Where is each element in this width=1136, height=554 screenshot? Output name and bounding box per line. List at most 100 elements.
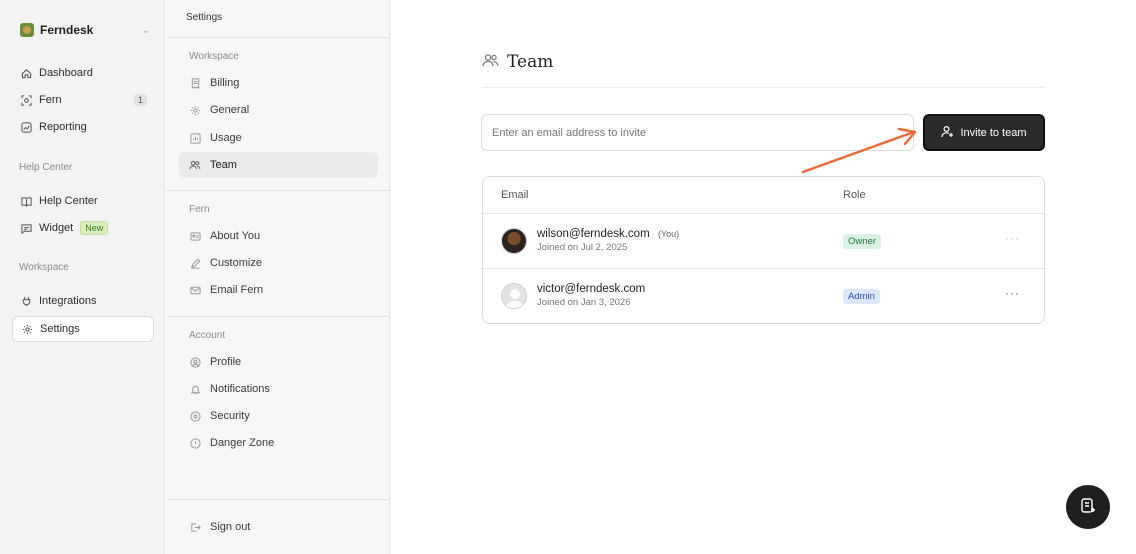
plug-icon xyxy=(20,295,32,307)
bell-icon xyxy=(189,383,201,395)
settings-sidebar: Settings Workspace Billing General Usage… xyxy=(166,0,390,554)
nav-item-label: Reporting xyxy=(39,121,87,133)
table-header: Email Role xyxy=(483,177,1044,214)
settings-item-customize[interactable]: Customize xyxy=(179,250,378,276)
nav-item-label: Help Center xyxy=(39,195,98,207)
settings-item-label: Profile xyxy=(210,356,242,368)
settings-item-label: Usage xyxy=(210,132,242,144)
sign-out-icon xyxy=(189,521,201,533)
role-badge: Owner xyxy=(843,234,881,249)
message-icon xyxy=(20,222,32,234)
home-icon xyxy=(20,67,32,79)
column-header-role: Role xyxy=(843,189,866,201)
table-row: victor@ferndesk.com Joined on Jan 3, 202… xyxy=(483,269,1044,323)
users-icon xyxy=(189,159,201,171)
settings-item-about-you[interactable]: About You xyxy=(179,223,378,249)
chart-icon xyxy=(20,121,32,133)
role-badge: Admin xyxy=(843,289,880,304)
settings-item-label: Notifications xyxy=(210,383,270,395)
nav-item-label: Fern xyxy=(39,94,62,106)
chat-widget-button[interactable] xyxy=(1066,485,1110,529)
nav-item-widget[interactable]: Widget New xyxy=(12,216,154,240)
avatar xyxy=(501,283,527,309)
workspace-logo xyxy=(20,23,34,37)
book-icon xyxy=(20,195,32,207)
divider xyxy=(482,87,1045,88)
section-heading-help-center: Help Center xyxy=(19,162,73,173)
document-sparkle-icon xyxy=(1079,497,1097,518)
settings-item-billing[interactable]: Billing xyxy=(179,70,378,96)
workspace-switcher[interactable]: Ferndesk ⌄ xyxy=(12,16,154,44)
nav-item-reporting[interactable]: Reporting xyxy=(12,115,154,139)
user-plus-icon xyxy=(941,125,954,141)
nav-item-dashboard[interactable]: Dashboard xyxy=(12,61,154,85)
settings-item-security[interactable]: Security xyxy=(179,403,378,429)
section-heading-account: Account xyxy=(189,330,226,341)
left-nav: Ferndesk ⌄ Dashboard Fern 1 Reporting He… xyxy=(0,0,165,554)
sign-out-button[interactable]: Sign out xyxy=(179,514,378,540)
settings-item-label: Billing xyxy=(210,77,240,89)
settings-item-profile[interactable]: Profile xyxy=(179,349,378,375)
invite-email-input[interactable] xyxy=(481,114,914,151)
avatar xyxy=(501,228,527,254)
divider xyxy=(166,37,390,38)
divider xyxy=(166,499,390,500)
gear-icon xyxy=(189,104,201,116)
nav-item-integrations[interactable]: Integrations xyxy=(12,289,154,313)
you-tag: (You) xyxy=(658,229,680,239)
divider xyxy=(166,316,390,317)
invite-button-label: Invite to team xyxy=(960,126,1027,139)
settings-item-label: Email Fern xyxy=(210,284,264,296)
user-circle-icon xyxy=(189,356,201,368)
settings-item-label: Customize xyxy=(210,257,262,269)
mail-icon xyxy=(189,284,201,296)
nav-item-label: Settings xyxy=(40,323,80,335)
users-icon xyxy=(482,53,499,71)
main-content: Team Invite to team Email Role wilson@fe… xyxy=(391,0,1136,554)
scan-face-icon xyxy=(20,94,32,106)
nav-item-help-center[interactable]: Help Center xyxy=(12,189,154,213)
receipt-icon xyxy=(189,77,201,89)
more-actions-icon[interactable]: ··· xyxy=(1005,286,1020,300)
new-badge: New xyxy=(80,221,109,235)
pencil-icon xyxy=(189,257,201,269)
settings-item-usage[interactable]: Usage xyxy=(179,125,378,151)
page-title-text: Team xyxy=(507,52,554,72)
count-badge: 1 xyxy=(133,94,147,106)
joined-date: Joined on Jan 3, 2026 xyxy=(537,297,631,308)
settings-item-team[interactable]: Team xyxy=(179,152,378,178)
member-email: wilson@ferndesk.com xyxy=(537,228,650,240)
settings-item-label: Security xyxy=(210,410,250,422)
table-row: wilson@ferndesk.com (You) Joined on Jul … xyxy=(483,214,1044,269)
id-card-icon xyxy=(189,230,201,242)
divider xyxy=(166,190,390,191)
page-title: Team xyxy=(482,52,553,72)
bar-chart-icon xyxy=(189,132,201,144)
nav-item-label: Widget xyxy=(39,222,74,234)
invite-to-team-button[interactable]: Invite to team xyxy=(923,114,1045,151)
nav-item-label: Dashboard xyxy=(39,67,93,79)
settings-title: Settings xyxy=(186,12,223,23)
settings-item-label: About You xyxy=(210,230,261,242)
settings-item-email-fern[interactable]: Email Fern xyxy=(179,277,378,303)
workspace-name: Ferndesk xyxy=(40,23,94,37)
more-actions-icon[interactable]: ··· xyxy=(1005,231,1020,245)
section-heading-workspace: Workspace xyxy=(19,262,69,273)
section-heading-workspace: Workspace xyxy=(189,51,239,62)
joined-date: Joined on Jul 2, 2025 xyxy=(537,242,628,253)
shield-icon xyxy=(189,410,201,422)
column-header-email: Email xyxy=(501,189,529,201)
settings-item-label: Team xyxy=(210,159,237,171)
settings-item-notifications[interactable]: Notifications xyxy=(179,376,378,402)
chevron-down-icon: ⌄ xyxy=(141,24,150,36)
settings-item-label: General xyxy=(210,104,250,116)
alert-circle-icon xyxy=(189,437,201,449)
nav-item-fern[interactable]: Fern 1 xyxy=(12,88,154,112)
member-email: victor@ferndesk.com xyxy=(537,283,646,295)
sign-out-label: Sign out xyxy=(210,521,251,533)
nav-item-settings[interactable]: Settings xyxy=(12,316,154,342)
settings-item-general[interactable]: General xyxy=(179,97,378,123)
team-table: Email Role wilson@ferndesk.com (You) Joi… xyxy=(482,176,1045,324)
nav-item-label: Integrations xyxy=(39,295,97,307)
settings-item-danger-zone[interactable]: Danger Zone xyxy=(179,430,378,456)
